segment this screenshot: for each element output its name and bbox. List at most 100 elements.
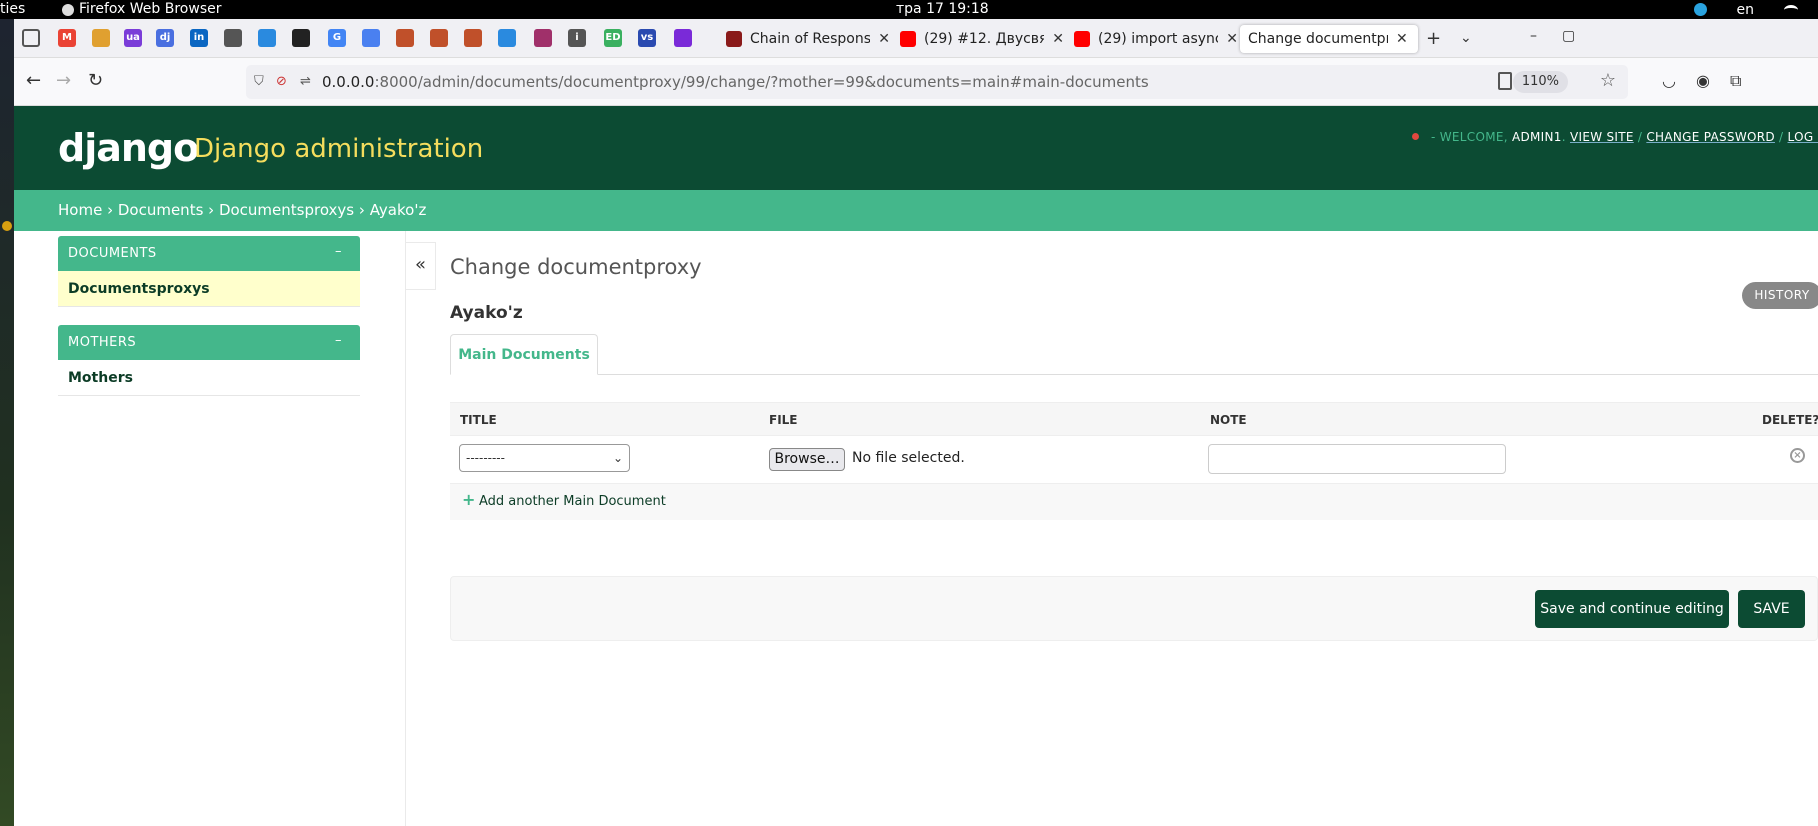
- breadcrumb-model[interactable]: Documentsproxys: [219, 201, 354, 219]
- dock: [0, 19, 14, 826]
- page-title: Change documentproxy: [450, 255, 702, 279]
- shield-icon[interactable]: [396, 29, 414, 47]
- address-bar[interactable]: ⛉ ⊘ ⇌ 0.0.0.0:8000/admin/documents/docum…: [246, 65, 1628, 99]
- gift-icon[interactable]: [92, 29, 110, 47]
- save-and-continue-button[interactable]: Save and continue editing: [1535, 590, 1729, 628]
- object-name: Ayako'z: [450, 303, 523, 323]
- activities-button[interactable]: ties: [0, 0, 25, 19]
- pocket-icon[interactable]: ◡: [1662, 71, 1676, 90]
- firefox-view-icon[interactable]: [22, 29, 40, 47]
- tab-change-documentproxy[interactable]: Change documentproxy | ✕: [1240, 25, 1418, 53]
- sync-icon[interactable]: [258, 29, 276, 47]
- close-tab-icon[interactable]: ✕: [1052, 31, 1064, 47]
- tab-favicon-icon: [726, 31, 742, 47]
- collapse-icon[interactable]: –: [335, 236, 342, 268]
- column-file: FILE: [769, 413, 798, 427]
- account-icon[interactable]: ◉: [1696, 71, 1710, 90]
- puzzle-icon[interactable]: [674, 29, 692, 47]
- delete-row-icon[interactable]: ×: [1790, 448, 1805, 463]
- tracking-protection-icon[interactable]: ⛉: [254, 74, 264, 89]
- module-caption[interactable]: DOCUMENTS –: [58, 236, 360, 271]
- translate-icon[interactable]: [362, 29, 380, 47]
- title-select[interactable]: --------- ⌄: [459, 444, 630, 472]
- module-documents: DOCUMENTS – Documentsproxys: [58, 236, 360, 307]
- system-top-bar: ties Firefox Web Browser тра 17 19:18 en: [0, 0, 1818, 19]
- heart-icon[interactable]: [534, 29, 552, 47]
- close-tab-icon[interactable]: ✕: [1396, 31, 1408, 47]
- change-password-link[interactable]: Change password: [1646, 130, 1775, 144]
- maximize-icon[interactable]: ▢: [1562, 28, 1575, 44]
- toggle-sidebar-button[interactable]: «: [406, 242, 436, 290]
- shield-icon[interactable]: [430, 29, 448, 47]
- telegram-icon[interactable]: [1693, 3, 1707, 16]
- google-icon[interactable]: G: [328, 29, 346, 47]
- firefox-icon: [62, 3, 74, 16]
- collapse-icon[interactable]: –: [335, 325, 342, 357]
- zoom-level[interactable]: 110%: [1512, 71, 1568, 93]
- log-out-link[interactable]: Log out: [1788, 130, 1818, 144]
- django-logo[interactable]: django: [58, 128, 199, 168]
- shield-icon[interactable]: [464, 29, 482, 47]
- navigation-toolbar: ← → ↻ ⛉ ⊘ ⇌ 0.0.0.0:8000/admin/documents…: [14, 58, 1818, 106]
- info-icon[interactable]: i: [568, 29, 586, 47]
- close-tab-icon[interactable]: ✕: [878, 31, 890, 47]
- dock-app-icon[interactable]: [2, 221, 12, 231]
- app-name: Firefox Web Browser: [79, 1, 222, 17]
- add-another-link[interactable]: Add another Main Document: [479, 494, 666, 509]
- note-input[interactable]: [1208, 444, 1506, 474]
- github-icon[interactable]: [292, 29, 310, 47]
- sidebar-item-documentsproxys[interactable]: Documentsproxys: [58, 271, 360, 307]
- bookmark-star-icon[interactable]: ☆: [1600, 70, 1616, 91]
- reload-icon[interactable]: ↻: [88, 71, 103, 91]
- username: admin1: [1511, 130, 1562, 144]
- breadcrumb-current: Ayako'z: [369, 201, 427, 219]
- tab-youtube-linked-list[interactable]: (29) #12. Двусвязный ✕: [892, 25, 1072, 53]
- module-caption[interactable]: MOTHERS –: [58, 325, 360, 360]
- new-tab-icon[interactable]: +: [1426, 28, 1441, 49]
- close-tab-icon[interactable]: ✕: [1226, 31, 1238, 47]
- file-status: No file selected.: [852, 450, 965, 466]
- column-title: TITLE: [460, 413, 497, 427]
- insecure-lock-icon[interactable]: ⊘: [276, 74, 287, 89]
- view-site-link[interactable]: View site: [1570, 130, 1634, 144]
- refresh-icon[interactable]: [498, 29, 516, 47]
- inline-table: TITLE FILE NOTE DELETE? --------- ⌄ Brow…: [450, 402, 1818, 520]
- tab-youtube-asyncio[interactable]: (29) import asyncio: Le ✕: [1066, 25, 1246, 53]
- back-icon[interactable]: ←: [26, 71, 41, 91]
- extensions-icon[interactable]: ⧉: [1730, 71, 1741, 91]
- ua-icon[interactable]: ua: [124, 29, 142, 47]
- breadcrumb: Home › Documents › Documentsproxys › Aya…: [14, 190, 1818, 231]
- tab-strip: Muadjin Gi ED vs Chain of Responsibilit ✕ (…: [14, 19, 1818, 58]
- site-title[interactable]: Django administration: [194, 134, 483, 164]
- minimize-icon[interactable]: –: [1530, 28, 1537, 44]
- ed-icon[interactable]: ED: [604, 29, 622, 47]
- app-menu[interactable]: Firefox Web Browser: [62, 0, 222, 19]
- browse-button[interactable]: Browse…: [769, 448, 845, 471]
- tab-bar: Main Documents: [450, 334, 1818, 375]
- save-button[interactable]: SAVE: [1738, 590, 1805, 628]
- dji-icon[interactable]: dj: [156, 29, 174, 47]
- language-indicator[interactable]: en: [1737, 2, 1755, 18]
- forward-icon[interactable]: →: [56, 71, 71, 91]
- linkedin-icon[interactable]: in: [190, 29, 208, 47]
- gmail-icon[interactable]: M: [58, 29, 76, 47]
- permissions-icon[interactable]: ⇌: [300, 74, 311, 89]
- tab-main-documents[interactable]: Main Documents: [450, 334, 598, 375]
- history-button[interactable]: HISTORY: [1742, 282, 1818, 309]
- wifi-icon[interactable]: [1784, 4, 1798, 15]
- column-note: NOTE: [1210, 413, 1247, 427]
- breadcrumb-app[interactable]: Documents: [118, 201, 204, 219]
- tab-chain-of-responsibility[interactable]: Chain of Responsibilit ✕: [718, 25, 898, 53]
- vsl-icon[interactable]: vs: [638, 29, 656, 47]
- add-another-row[interactable]: + Add another Main Document: [450, 484, 1818, 520]
- reader-view-icon[interactable]: [1498, 72, 1512, 90]
- sidebar-item-mothers[interactable]: Mothers: [58, 360, 360, 396]
- url-text[interactable]: 0.0.0.0:8000/admin/documents/documentpro…: [322, 73, 1149, 91]
- list-tabs-icon[interactable]: ⌄: [1460, 30, 1472, 46]
- user-tools: - Welcome, admin1. View site / Change pa…: [1412, 130, 1818, 144]
- openai-icon[interactable]: [224, 29, 242, 47]
- table-row: --------- ⌄ Browse… No file selected. ×: [450, 436, 1818, 484]
- system-tray[interactable]: en: [1693, 0, 1818, 19]
- clock[interactable]: тра 17 19:18: [896, 0, 989, 19]
- breadcrumb-home[interactable]: Home: [58, 201, 102, 219]
